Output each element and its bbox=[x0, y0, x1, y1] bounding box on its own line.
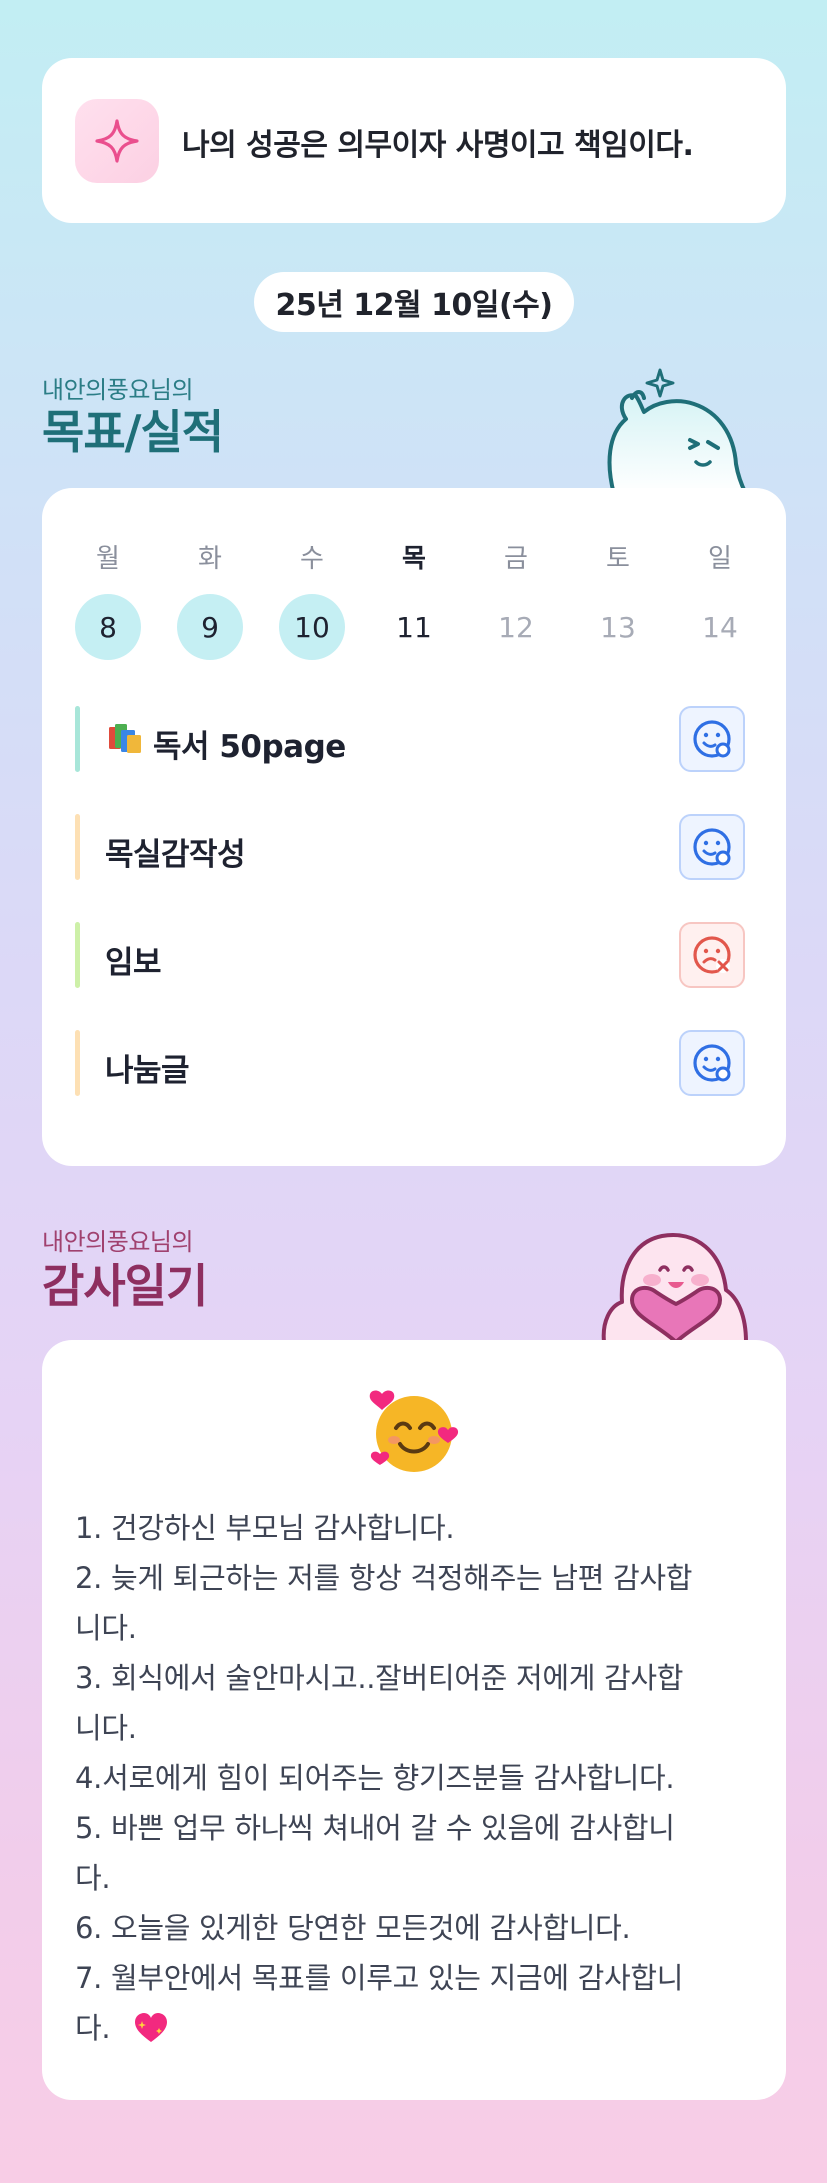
weekday-sat: 토 bbox=[606, 544, 630, 574]
gratitude-line: 3. 회식에서 술안마시고..잘버티어준 저에게 감사합 bbox=[75, 1661, 684, 1695]
day-9[interactable]: 9 bbox=[177, 594, 243, 660]
goal-color-bar bbox=[75, 922, 80, 988]
success-face-icon[interactable] bbox=[679, 706, 745, 772]
day-14[interactable]: 14 bbox=[687, 594, 753, 660]
day-10[interactable]: 10 bbox=[279, 594, 345, 660]
gratitude-line: 니다. bbox=[75, 1711, 137, 1745]
heart-mascot-icon bbox=[596, 1212, 756, 1346]
gratitude-line: 4.서로에게 힘이 되어주는 향기즈분들 감사합니다. bbox=[75, 1761, 675, 1795]
day-12[interactable]: 12 bbox=[483, 594, 549, 660]
day-11[interactable]: 11 bbox=[381, 594, 447, 660]
sparkle-icon bbox=[75, 99, 159, 183]
motto-card: 나의 성공은 의무이자 사명이고 책임이다. bbox=[42, 58, 786, 223]
goals-title: 목표/실적 bbox=[42, 405, 224, 459]
ghost-mascot-icon bbox=[596, 364, 756, 498]
goal-text: 독서 50page bbox=[153, 729, 346, 765]
gratitude-line-text: 다. bbox=[75, 2011, 111, 2045]
gratitude-line-last: 다. bbox=[75, 2003, 755, 2053]
gratitude-line: 2. 늦게 퇴근하는 저를 항상 걱정해주는 남편 감사합 bbox=[75, 1561, 693, 1595]
day-8[interactable]: 8 bbox=[75, 594, 141, 660]
goal-text: 임보 bbox=[105, 945, 162, 981]
motto-text: 나의 성공은 의무이자 사명이고 책임이다. bbox=[182, 128, 694, 163]
goal-item[interactable]: 나눔글 bbox=[75, 1030, 755, 1096]
gratitude-line: 5. 바쁜 업무 하나씩 쳐내어 갈 수 있음에 감사합니 bbox=[75, 1811, 675, 1845]
goal-text: 나눔글 bbox=[105, 1053, 190, 1089]
goal-color-bar bbox=[75, 1030, 80, 1096]
smiling-face-with-hearts-icon bbox=[366, 1384, 462, 1484]
weekday-thu: 목 bbox=[402, 544, 426, 574]
goal-item[interactable]: 목실감작성 bbox=[75, 814, 755, 880]
success-face-icon[interactable] bbox=[679, 1030, 745, 1096]
weekday-tue: 화 bbox=[198, 544, 222, 574]
goal-item[interactable]: 독서 50page bbox=[75, 706, 755, 772]
gratitude-line: 6. 오늘을 있게한 당연한 모든것에 감사합니다. bbox=[75, 1911, 631, 1945]
weekday-wed: 수 bbox=[300, 544, 324, 574]
gratitude-title: 감사일기 bbox=[42, 1259, 208, 1313]
success-face-icon[interactable] bbox=[679, 814, 745, 880]
day-13[interactable]: 13 bbox=[585, 594, 651, 660]
gratitude-line: 니다. bbox=[75, 1611, 137, 1645]
books-icon bbox=[107, 721, 145, 759]
weekday-fri: 금 bbox=[504, 544, 528, 574]
weekday-sun: 일 bbox=[708, 544, 732, 574]
date-selector[interactable]: 25년 12월 10일(수) bbox=[254, 272, 574, 332]
gratitude-list: 1. 건강하신 부모님 감사합니다. 2. 늦게 퇴근하는 저를 항상 걱정해주… bbox=[75, 1503, 755, 2053]
sparkling-heart-icon bbox=[119, 2011, 169, 2045]
gratitude-line: 7. 월부안에서 목표를 이루고 있는 지금에 감사합니 bbox=[75, 1961, 684, 1995]
fail-face-icon[interactable] bbox=[679, 922, 745, 988]
gratitude-line: 다. bbox=[75, 1861, 111, 1895]
goal-text: 목실감작성 bbox=[105, 837, 246, 873]
goal-color-bar bbox=[75, 706, 80, 772]
weekday-mon: 월 bbox=[96, 544, 120, 574]
gratitude-line: 1. 건강하신 부모님 감사합니다. bbox=[75, 1511, 455, 1545]
goal-color-bar bbox=[75, 814, 80, 880]
goal-item[interactable]: 임보 bbox=[75, 922, 755, 988]
